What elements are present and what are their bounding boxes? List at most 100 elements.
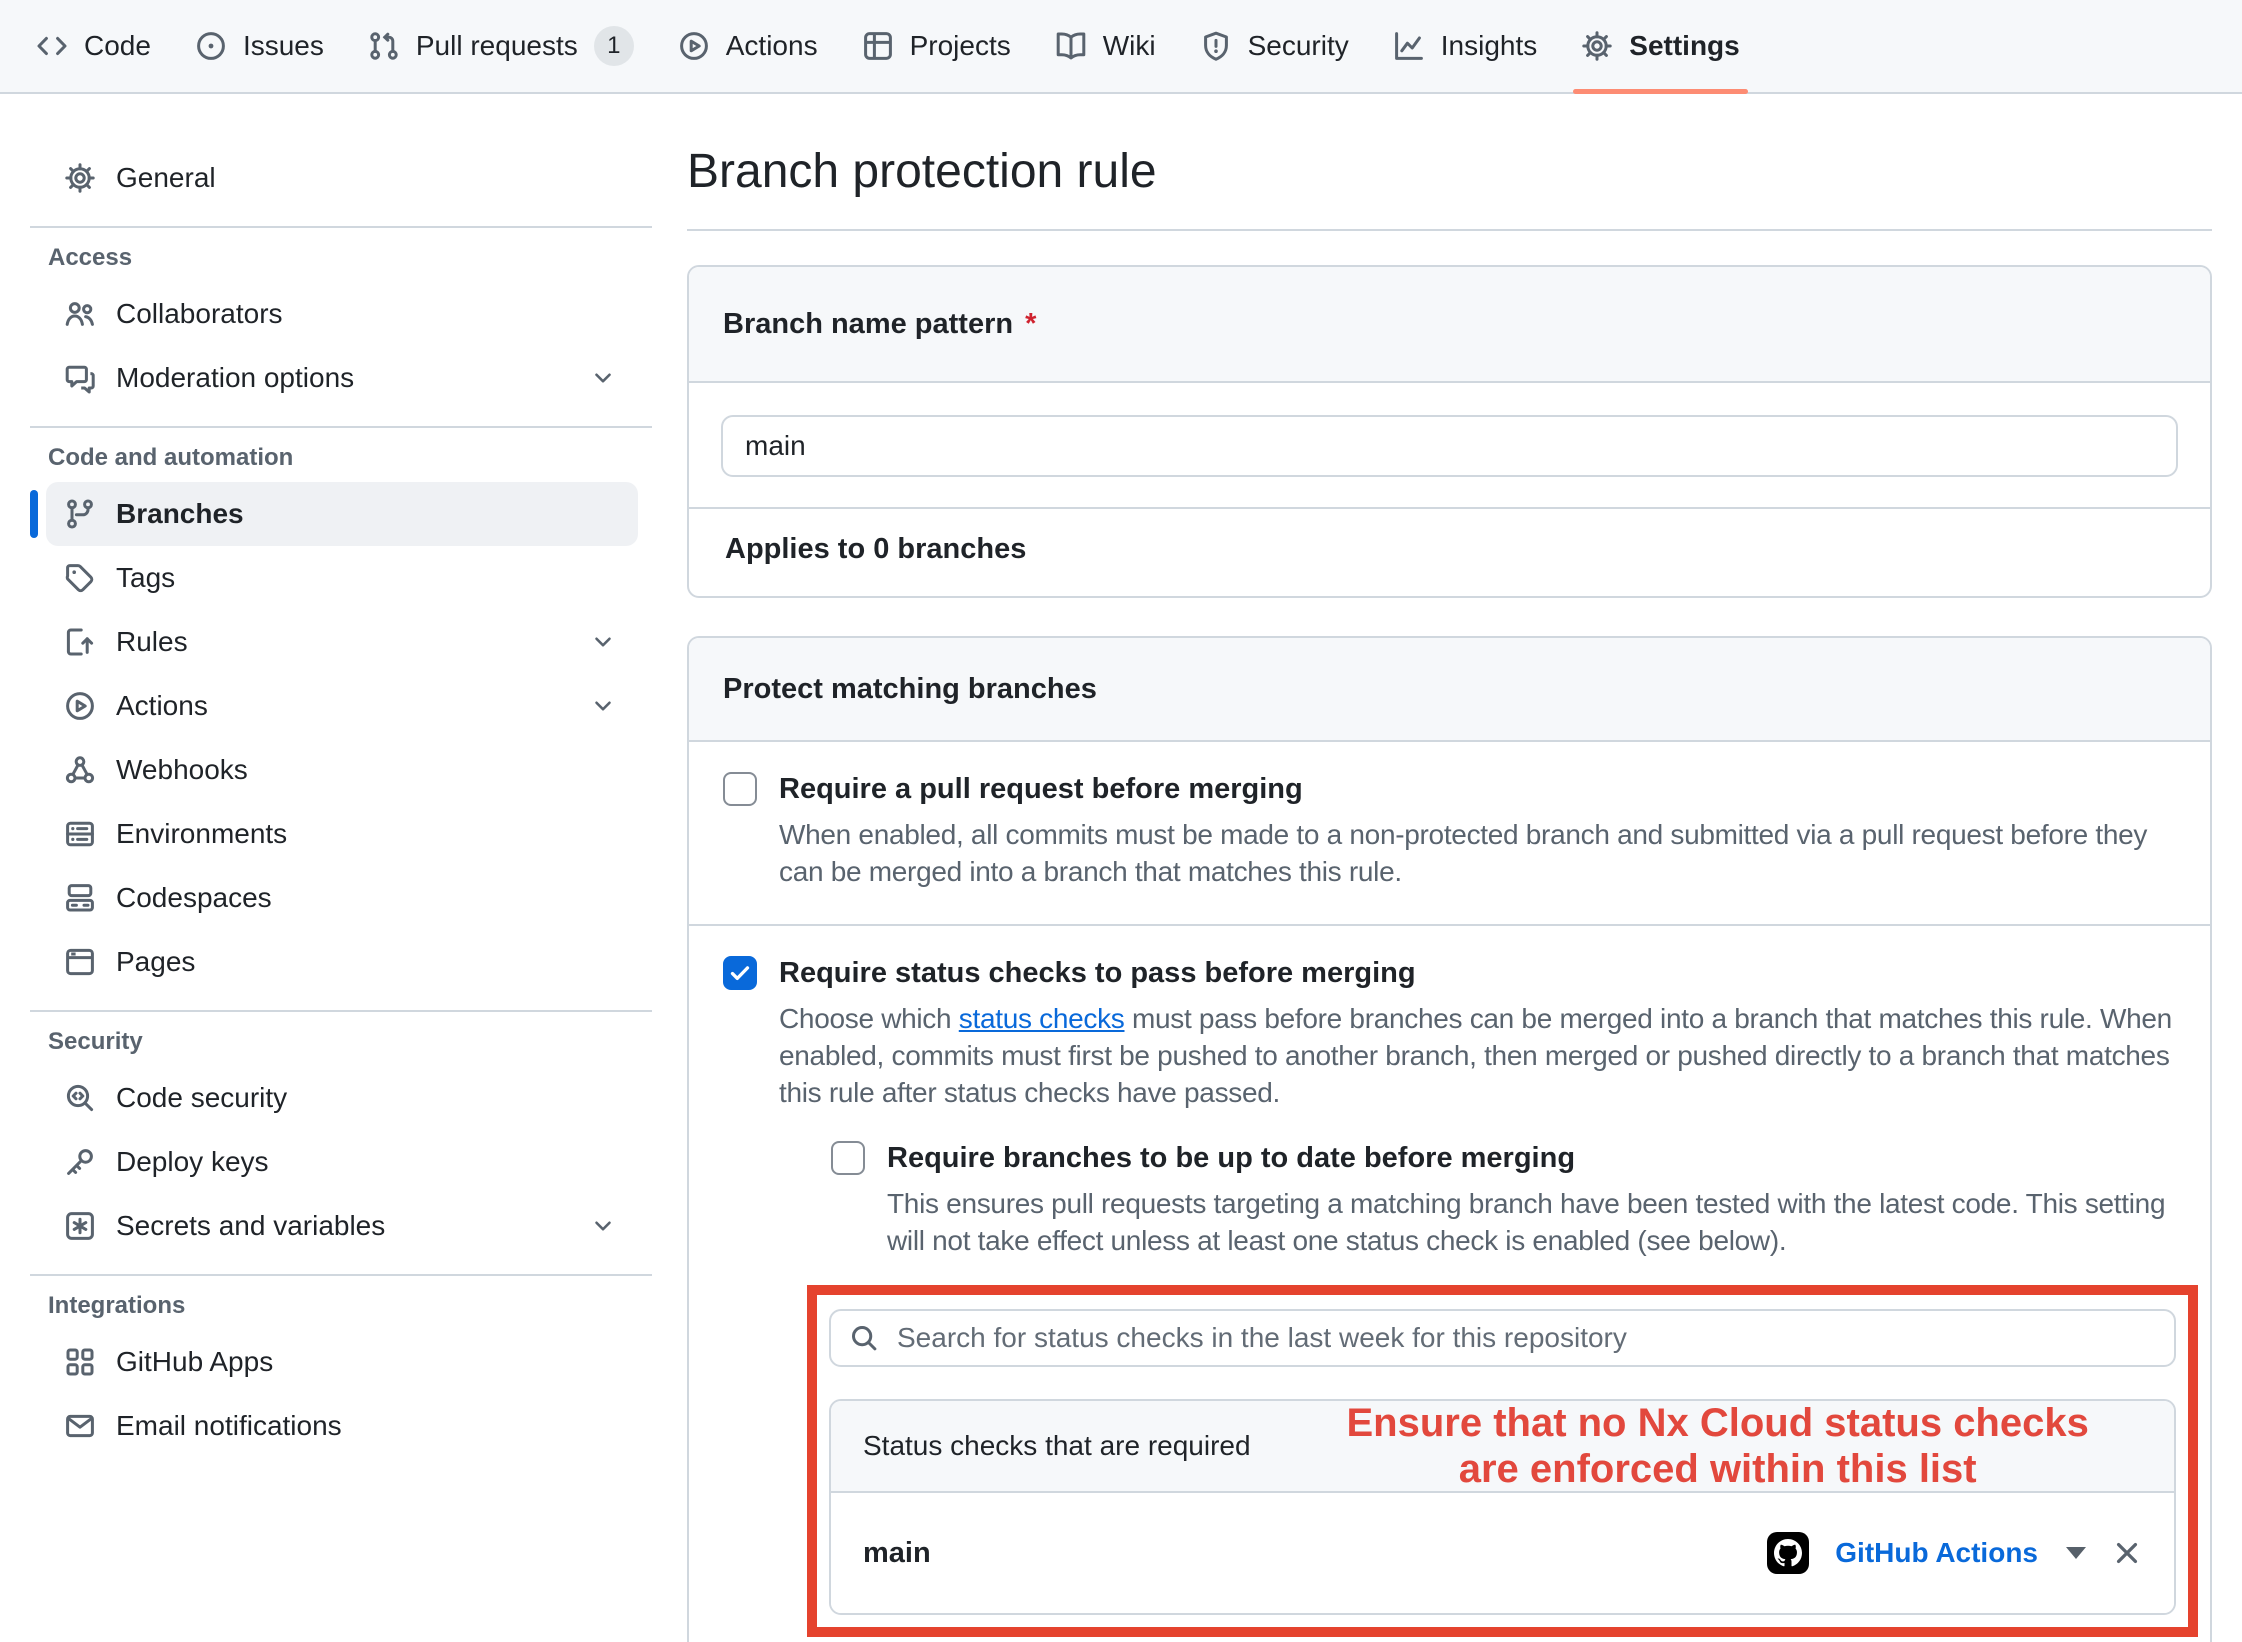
option-require-pull-request: Require a pull request before merging Wh… bbox=[689, 742, 2210, 926]
require-up-to-date-checkbox[interactable] bbox=[831, 1141, 865, 1175]
issue-opened-icon bbox=[195, 30, 227, 62]
sidebar-item-tags[interactable]: Tags bbox=[46, 546, 638, 610]
tab-pull-requests[interactable]: Pull requests 1 bbox=[350, 0, 652, 92]
comment-discussion-icon bbox=[64, 362, 96, 394]
sidebar-item-codespaces[interactable]: Codespaces bbox=[46, 866, 638, 930]
status-checks-list-header: Status checks that are required Ensure t… bbox=[831, 1401, 2174, 1493]
chevron-down-icon bbox=[590, 629, 616, 655]
pull-requests-count-badge: 1 bbox=[594, 26, 634, 66]
sidebar-item-pages[interactable]: Pages bbox=[46, 930, 638, 994]
branch-name-pattern-input[interactable] bbox=[721, 415, 2178, 477]
tag-icon bbox=[64, 562, 96, 594]
sidebar-item-label: Email notifications bbox=[116, 1410, 342, 1442]
chevron-down-icon bbox=[590, 693, 616, 719]
tab-security[interactable]: Security bbox=[1182, 0, 1367, 92]
sidebar-item-environments[interactable]: Environments bbox=[46, 802, 638, 866]
sidebar-item-label: Deploy keys bbox=[116, 1146, 269, 1178]
tab-projects[interactable]: Projects bbox=[844, 0, 1029, 92]
tab-label: Actions bbox=[726, 30, 818, 62]
graph-icon bbox=[1393, 30, 1425, 62]
sidebar-item-webhooks[interactable]: Webhooks bbox=[46, 738, 638, 802]
applies-to-branches: Applies to 0 branches bbox=[689, 507, 2210, 596]
tab-insights[interactable]: Insights bbox=[1375, 0, 1556, 92]
status-checks-search-input[interactable] bbox=[829, 1309, 2176, 1367]
mail-icon bbox=[64, 1410, 96, 1442]
sidebar-section-title: Integrations bbox=[30, 1292, 655, 1320]
sidebar-item-label: General bbox=[116, 162, 216, 194]
annotation-line-2: are enforced within this list bbox=[1301, 1446, 2134, 1492]
sidebar-item-label: Environments bbox=[116, 818, 287, 850]
gear-icon bbox=[1581, 30, 1613, 62]
protect-matching-branches-card: Protect matching branches Require a pull… bbox=[687, 636, 2212, 1642]
annotation-line-1: Ensure that no Nx Cloud status checks bbox=[1301, 1400, 2134, 1446]
github-logo-icon bbox=[1767, 1532, 1809, 1574]
sidebar-item-label: Collaborators bbox=[116, 298, 283, 330]
divider bbox=[30, 226, 652, 228]
tab-code[interactable]: Code bbox=[18, 0, 169, 92]
sidebar-item-github-apps[interactable]: GitHub Apps bbox=[46, 1330, 638, 1394]
status-check-source-link[interactable]: GitHub Actions bbox=[1835, 1537, 2038, 1569]
protect-matching-branches-header: Protect matching branches bbox=[689, 638, 2210, 742]
tab-label: Security bbox=[1248, 30, 1349, 62]
divider bbox=[30, 1274, 652, 1276]
required-status-checks-list: Status checks that are required Ensure t… bbox=[829, 1399, 2176, 1615]
people-icon bbox=[64, 298, 96, 330]
rules-icon bbox=[64, 626, 96, 658]
sidebar-item-general[interactable]: General bbox=[46, 146, 638, 210]
webhook-icon bbox=[64, 754, 96, 786]
sidebar-item-label: GitHub Apps bbox=[116, 1346, 273, 1378]
main-content: Branch protection rule Branch name patte… bbox=[655, 94, 2242, 1642]
repo-tab-bar: Code Issues Pull requests 1 Actions Proj… bbox=[0, 0, 2242, 94]
tab-actions[interactable]: Actions bbox=[660, 0, 836, 92]
divider bbox=[30, 426, 652, 428]
shield-icon bbox=[1200, 30, 1232, 62]
tab-label: Wiki bbox=[1103, 30, 1156, 62]
sidebar-item-branches[interactable]: Branches bbox=[46, 482, 638, 546]
tab-label: Pull requests bbox=[416, 30, 578, 62]
required-asterisk: * bbox=[1025, 308, 1036, 341]
sidebar-item-label: Moderation options bbox=[116, 362, 354, 394]
sidebar-item-label: Secrets and variables bbox=[116, 1210, 385, 1242]
require-status-checks-checkbox[interactable] bbox=[723, 956, 757, 990]
github-settings-page: Code Issues Pull requests 1 Actions Proj… bbox=[0, 0, 2242, 1642]
tab-label: Insights bbox=[1441, 30, 1538, 62]
caret-down-icon[interactable] bbox=[2066, 1547, 2086, 1559]
chevron-down-icon bbox=[590, 365, 616, 391]
tab-label: Projects bbox=[910, 30, 1011, 62]
sidebar-item-moderation-options[interactable]: Moderation options bbox=[46, 346, 638, 410]
sidebar-item-label: Code security bbox=[116, 1082, 287, 1114]
code-icon bbox=[36, 30, 68, 62]
tab-issues[interactable]: Issues bbox=[177, 0, 342, 92]
annotation-highlight-box: Status checks that are required Ensure t… bbox=[807, 1285, 2198, 1637]
sidebar-item-rules[interactable]: Rules bbox=[46, 610, 638, 674]
codespaces-icon bbox=[64, 882, 96, 914]
divider bbox=[687, 229, 2212, 231]
tab-wiki[interactable]: Wiki bbox=[1037, 0, 1174, 92]
codescan-icon bbox=[64, 1082, 96, 1114]
branch-name-pattern-card: Branch name pattern * Applies to 0 branc… bbox=[687, 265, 2212, 598]
option-description: Choose which status checks must pass bef… bbox=[779, 1000, 2176, 1111]
sidebar-item-collaborators[interactable]: Collaborators bbox=[46, 282, 638, 346]
sidebar-item-email-notifications[interactable]: Email notifications bbox=[46, 1394, 638, 1458]
sidebar-item-label: Branches bbox=[116, 498, 244, 530]
sidebar-item-secrets-and-variables[interactable]: Secrets and variables bbox=[46, 1194, 638, 1258]
option-require-status-checks: Require status checks to pass before mer… bbox=[689, 926, 2210, 1642]
require-pull-request-checkbox[interactable] bbox=[723, 772, 757, 806]
sidebar-item-actions[interactable]: Actions bbox=[46, 674, 638, 738]
status-check-name: main bbox=[863, 1537, 931, 1570]
tab-label: Settings bbox=[1629, 30, 1739, 62]
tab-label: Code bbox=[84, 30, 151, 62]
key-icon bbox=[64, 1146, 96, 1178]
status-checks-link[interactable]: status checks bbox=[959, 1003, 1125, 1034]
remove-status-check-icon[interactable] bbox=[2112, 1538, 2142, 1568]
sidebar-item-deploy-keys[interactable]: Deploy keys bbox=[46, 1130, 638, 1194]
tab-settings[interactable]: Settings bbox=[1563, 0, 1757, 92]
option-label: Require branches to be up to date before… bbox=[887, 1137, 2176, 1179]
browser-icon bbox=[64, 946, 96, 978]
sidebar-section-title: Security bbox=[30, 1028, 655, 1056]
sidebar-item-label: Tags bbox=[116, 562, 175, 594]
sidebar-item-code-security[interactable]: Code security bbox=[46, 1066, 638, 1130]
option-require-up-to-date: Require branches to be up to date before… bbox=[831, 1137, 2176, 1259]
apps-icon bbox=[64, 1346, 96, 1378]
play-icon bbox=[678, 30, 710, 62]
